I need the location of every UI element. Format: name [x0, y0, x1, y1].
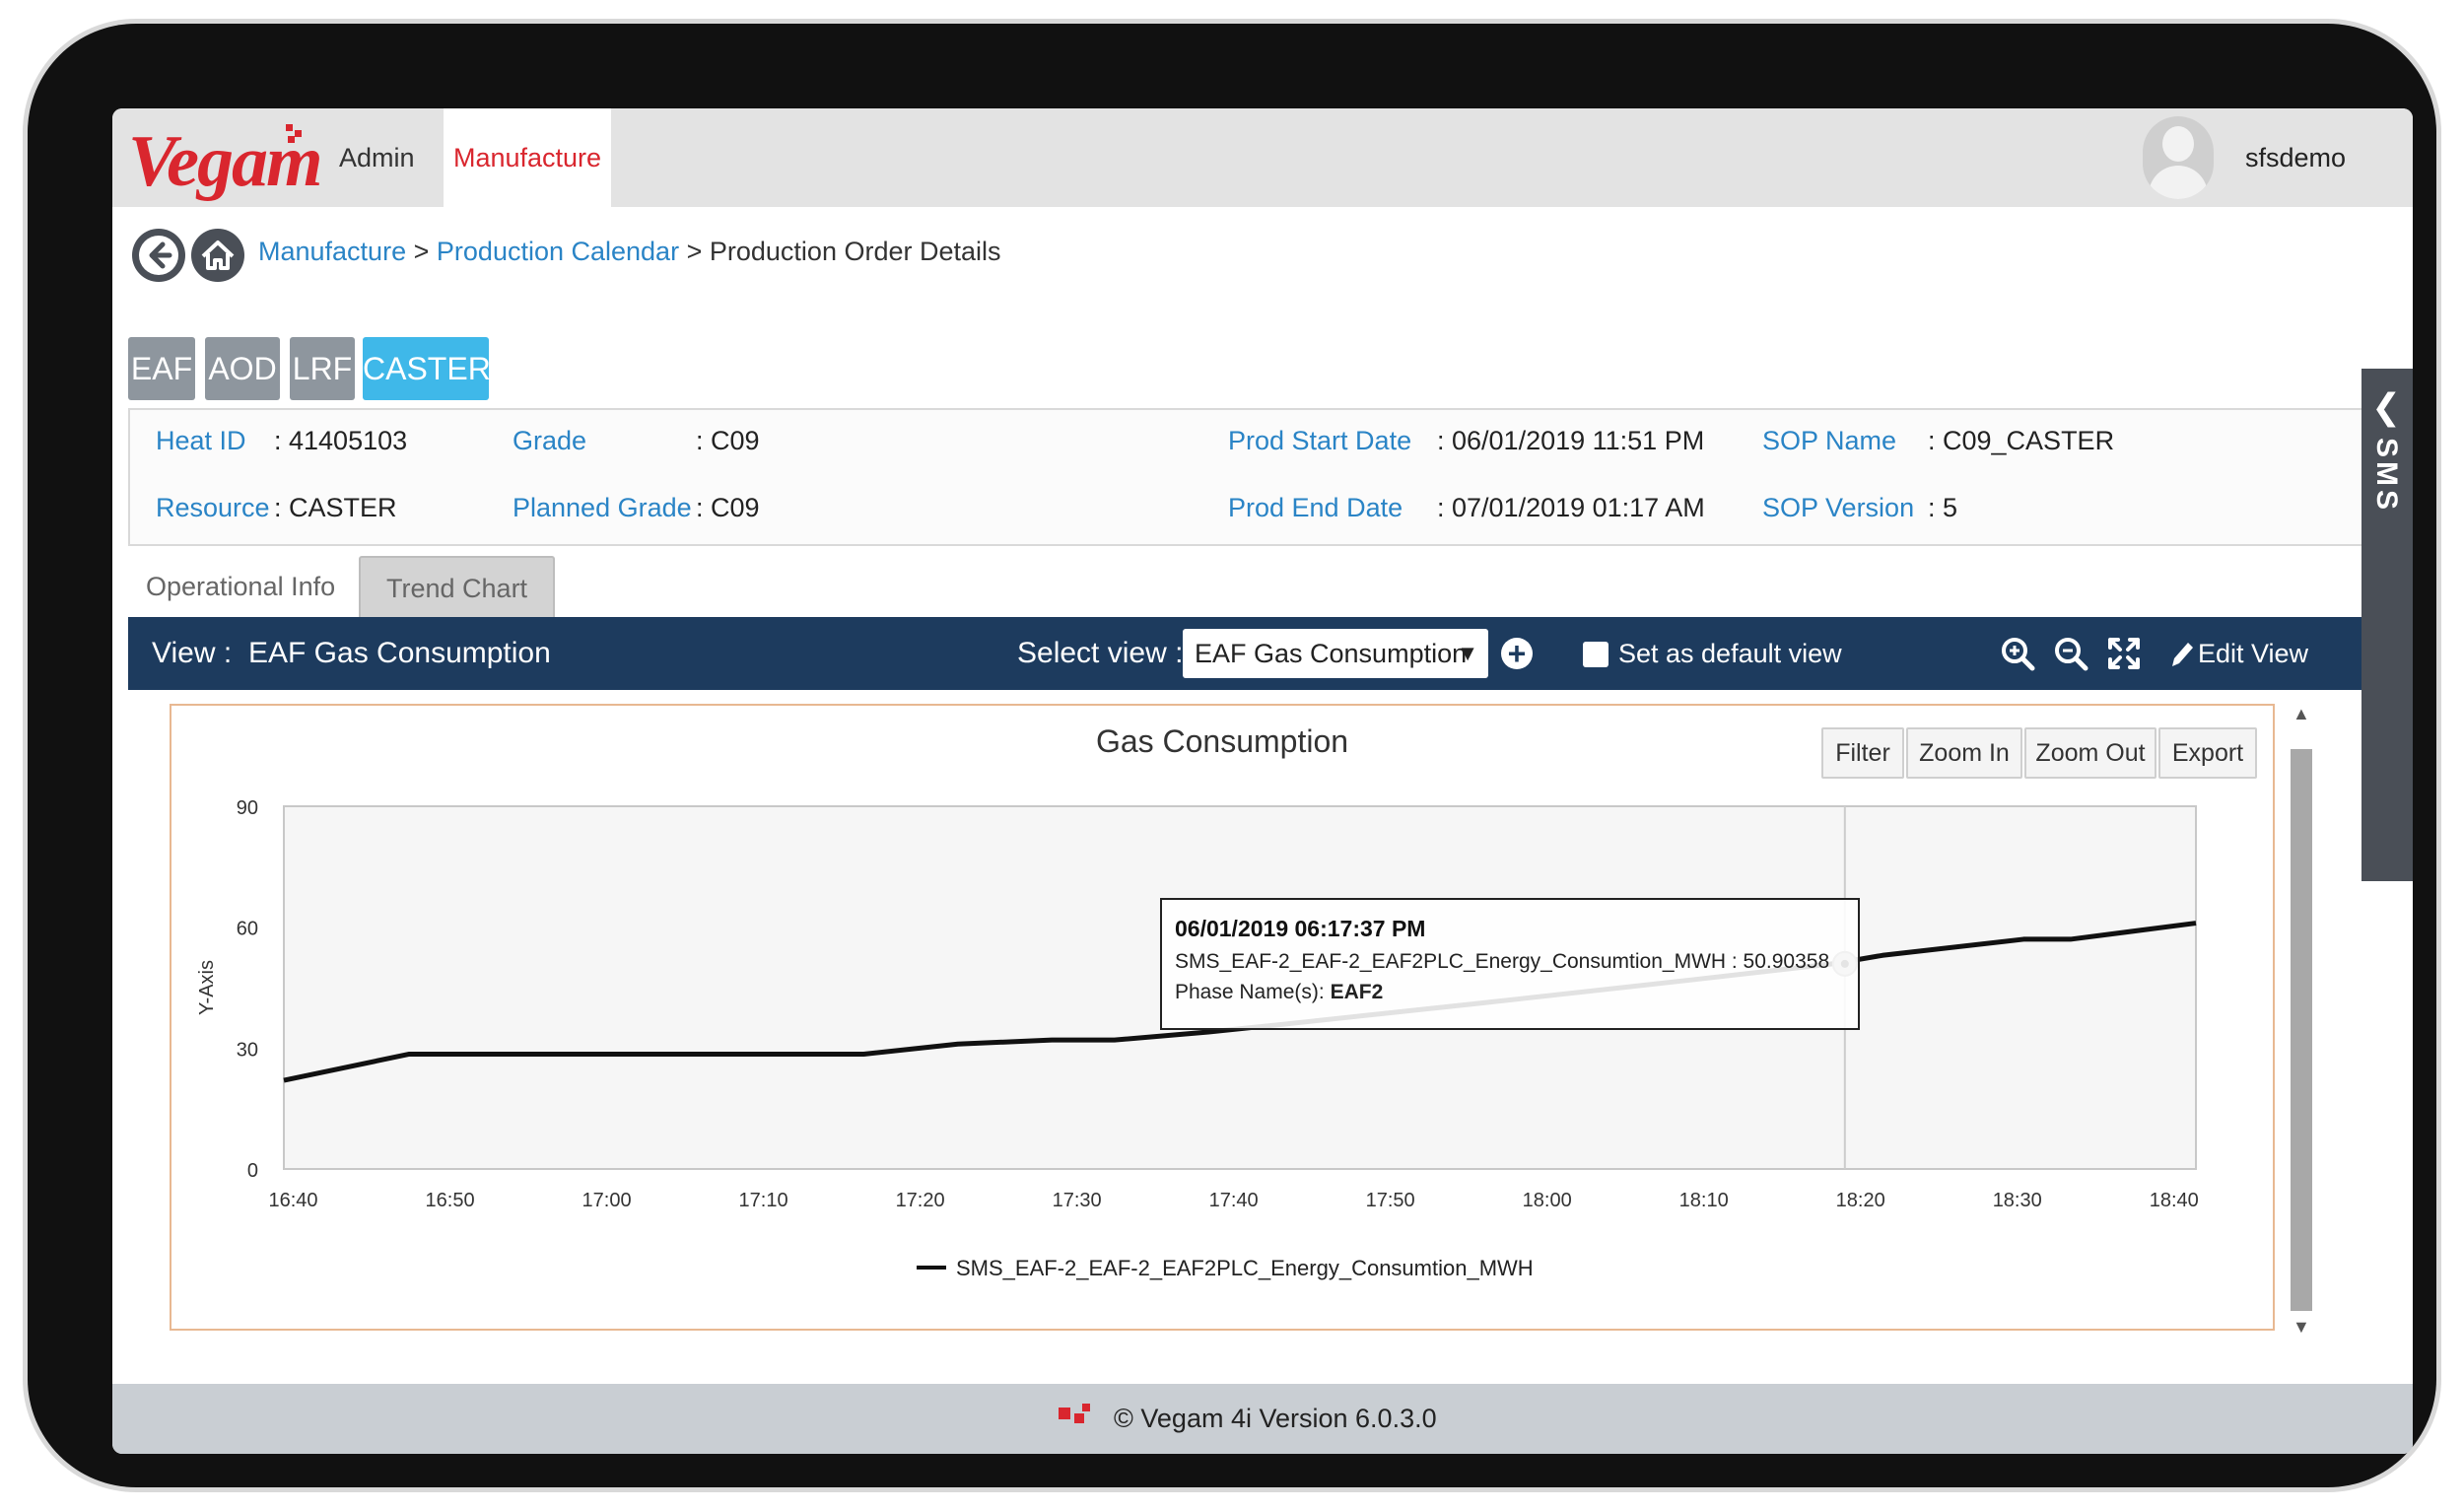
chart-scrollbar[interactable]: ▲ ▼ [2291, 704, 2312, 1338]
add-view-icon[interactable]: + [1501, 638, 1533, 669]
breadcrumb-production-calendar[interactable]: Production Calendar [437, 237, 679, 266]
y-axis-title: Y-Axis [196, 960, 218, 1015]
breadcrumb-separator: > [413, 237, 430, 266]
x-tick-label: 17:30 [1053, 1190, 1102, 1211]
nav-manufacture[interactable]: Manufacture [444, 108, 611, 207]
grade-label: Grade [513, 426, 587, 455]
zoom-out-icon[interactable] [2052, 635, 2089, 672]
home-button[interactable] [191, 229, 244, 282]
scrollbar-thumb[interactable] [2291, 749, 2312, 1311]
zoom-in-icon[interactable] [1999, 635, 2036, 672]
edit-view-button[interactable]: Edit View [2198, 617, 2308, 690]
phase-tab-caster[interactable]: CASTER [363, 337, 491, 400]
username[interactable]: sfsdemo [2245, 108, 2346, 207]
tab-operational-info[interactable]: Operational Info [120, 556, 361, 617]
view-toolbar: View : EAF Gas Consumption Select view :… [128, 617, 2397, 690]
pencil-icon[interactable] [2166, 635, 2196, 672]
sms-side-label: SMS [2370, 438, 2403, 515]
scroll-up-icon[interactable]: ▲ [2293, 704, 2310, 724]
nav-admin[interactable]: Admin [339, 108, 415, 207]
select-view-dropdown[interactable]: EAF Gas Consumption ▼ [1183, 629, 1488, 678]
x-tick-label: 17:50 [1366, 1190, 1415, 1211]
gas-consumption-line-chart[interactable]: 0 30 60 90 16:40 16:50 17:00 17:10 17:20 17:30 17:… [171, 706, 2273, 1329]
user-avatar[interactable] [2143, 116, 2214, 199]
sop-name-value: : C09_CASTER [1928, 426, 2115, 455]
prod-end-value: : 07/01/2019 01:17 AM [1437, 493, 1705, 522]
back-button[interactable] [132, 229, 185, 282]
home-icon [201, 240, 235, 270]
select-view-value: EAF Gas Consumption [1195, 639, 1468, 668]
tablet-frame: Vegam Admin Manufacture sfsdemo Manufact… [28, 24, 2436, 1487]
vegam-logo[interactable]: Vegam [128, 120, 323, 204]
x-tick-label: 18:10 [1679, 1190, 1729, 1211]
y-tick-label: 60 [237, 919, 258, 940]
x-tick-label: 16:40 [269, 1190, 318, 1211]
phase-tab-aod[interactable]: AOD [205, 337, 280, 400]
x-tick-label: 16:50 [426, 1190, 475, 1211]
scroll-down-icon[interactable]: ▼ [2293, 1317, 2310, 1338]
tooltip-phase-value: EAF2 [1331, 981, 1384, 1003]
sop-name-label: SOP Name [1762, 426, 1897, 455]
grade-value: : C09 [696, 426, 760, 455]
fullscreen-icon[interactable] [2105, 635, 2143, 672]
x-tick-label: 18:00 [1523, 1190, 1572, 1211]
breadcrumb-manufacture[interactable]: Manufacture [258, 237, 406, 266]
x-tick-label: 18:20 [1836, 1190, 1885, 1211]
default-view-checkbox[interactable] [1583, 642, 1608, 667]
heat-info-panel: Heat ID : 41405103 Grade : C09 Prod Star… [128, 408, 2399, 546]
x-tick-label: 18:40 [2150, 1190, 2199, 1211]
heat-id-label: Heat ID [156, 426, 246, 455]
select-view-label: Select view : [1017, 637, 1184, 669]
tooltip-time: 06/01/2019 06:17:37 PM [1175, 916, 1425, 941]
tooltip-phase: Phase Name(s): EAF2 [1175, 981, 1383, 1003]
x-tick-label: 18:30 [1993, 1190, 2042, 1211]
breadcrumb-separator: > [686, 237, 703, 266]
resource-label: Resource [156, 493, 270, 522]
sop-version-label: SOP Version [1762, 493, 1915, 522]
phase-tab-eaf[interactable]: EAF [128, 337, 195, 400]
default-view-label: Set as default view [1618, 639, 1842, 668]
chevron-left-icon: ❮ [2371, 386, 2402, 427]
x-tick-label: 17:20 [896, 1190, 945, 1211]
tooltip-phase-label: Phase Name(s): [1175, 981, 1331, 1003]
planned-grade-value: : C09 [696, 493, 760, 522]
breadcrumb: Manufacture > Production Calendar > Prod… [258, 237, 1001, 267]
view-label: View : [152, 637, 233, 669]
tab-trend-chart[interactable]: Trend Chart [359, 556, 556, 619]
top-navigation: Vegam Admin Manufacture sfsdemo [112, 108, 2413, 207]
breadcrumb-current: Production Order Details [709, 237, 1001, 266]
prod-start-value: : 06/01/2019 11:51 PM [1437, 426, 1705, 455]
prod-end-label: Prod End Date [1228, 493, 1403, 522]
x-tick-label: 17:10 [739, 1190, 788, 1211]
x-tick-label: 17:40 [1209, 1190, 1259, 1211]
sms-side-panel-toggle[interactable]: ❮ SMS [2361, 369, 2413, 881]
phase-tab-lrf[interactable]: LRF [290, 337, 355, 400]
y-tick-label: 90 [237, 797, 258, 819]
x-tick-label: 17:00 [582, 1190, 632, 1211]
planned-grade-label: Planned Grade [513, 493, 692, 522]
footer-version-text: © Vegam 4i Version 6.0.3.0 [1114, 1404, 1437, 1433]
chevron-down-icon: ▼ [1457, 641, 1478, 665]
resource-value: : CASTER [274, 493, 397, 522]
chart-container: Gas Consumption Filter Zoom In Zoom Out … [170, 704, 2275, 1331]
heat-id-value: : 41405103 [274, 426, 408, 455]
y-tick-label: 0 [247, 1160, 258, 1182]
sop-version-value: : 5 [1928, 493, 1958, 522]
y-tick-label: 30 [237, 1039, 258, 1061]
arrow-left-icon [139, 236, 178, 275]
tooltip-series-value: SMS_EAF-2_EAF-2_EAF2PLC_Energy_Consumtio… [1175, 950, 1829, 973]
footer: © Vegam 4i Version 6.0.3.0 [112, 1384, 2413, 1454]
legend-entry: SMS_EAF-2_EAF-2_EAF2PLC_Energy_Consumtio… [956, 1256, 1534, 1280]
view-name: EAF Gas Consumption [248, 637, 551, 669]
app-screen: Vegam Admin Manufacture sfsdemo Manufact… [112, 108, 2413, 1454]
prod-start-label: Prod Start Date [1228, 426, 1412, 455]
